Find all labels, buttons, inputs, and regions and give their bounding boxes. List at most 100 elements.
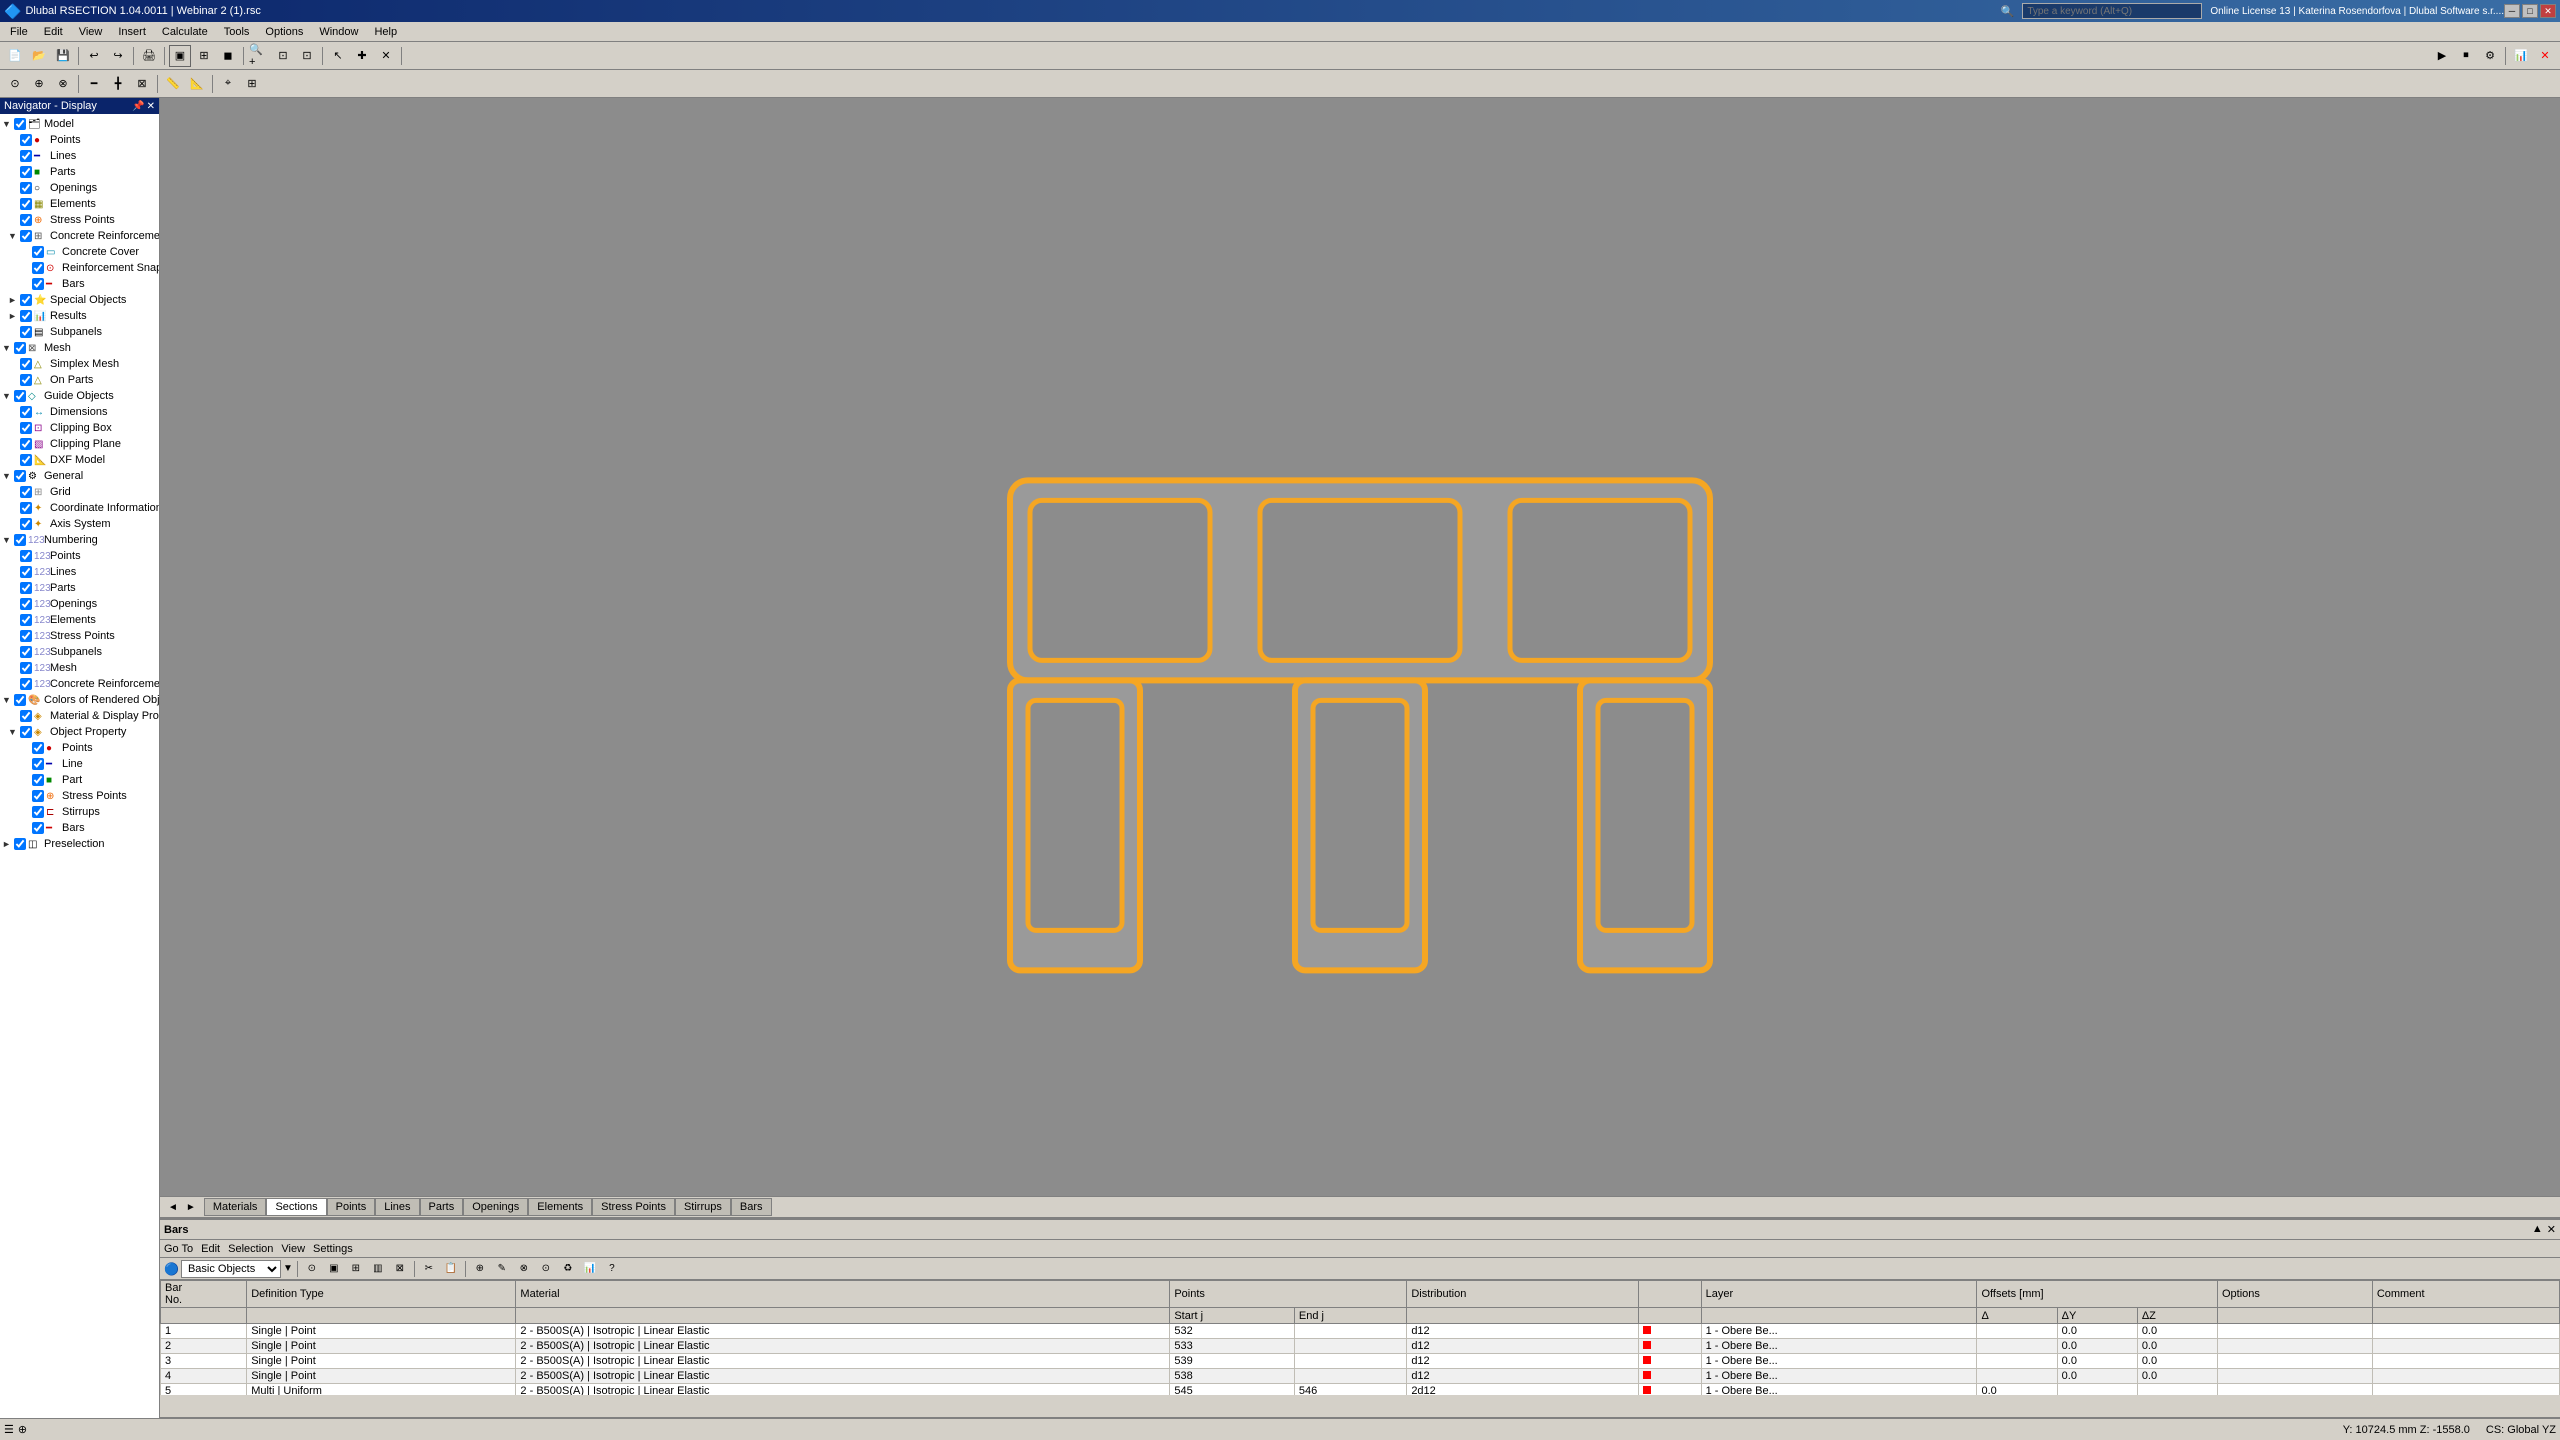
- tb2-grid[interactable]: ⊞: [241, 73, 263, 95]
- tb2-angle[interactable]: 📐: [186, 73, 208, 95]
- checkbox-model[interactable]: [14, 118, 26, 130]
- checkbox-special[interactable]: [20, 294, 32, 306]
- checkbox-op-stirrups[interactable]: [32, 806, 44, 818]
- tree-item-num-concrete[interactable]: 123 Concrete Reinforcement: [0, 676, 159, 692]
- tree-item-material-display[interactable]: ◈ Material & Display Properties: [0, 708, 159, 724]
- bottom-menu-settings[interactable]: Settings: [313, 1243, 353, 1255]
- table-row[interactable]: 3 Single | Point 2 - B500S(A) | Isotropi…: [161, 1354, 2560, 1369]
- checkbox-subpanels[interactable]: [20, 326, 32, 338]
- menu-insert[interactable]: Insert: [112, 24, 152, 40]
- basic-objects-dropdown[interactable]: Basic Objects: [181, 1260, 281, 1278]
- tree-item-preselection[interactable]: ► ◫ Preselection: [0, 836, 159, 852]
- tb2-snap2[interactable]: ⊕: [28, 73, 50, 95]
- tree-item-dxf[interactable]: 📐 DXF Model: [0, 452, 159, 468]
- tab-stress-points[interactable]: Stress Points: [592, 1198, 675, 1216]
- expander-concrete[interactable]: ▼: [8, 231, 20, 241]
- bars-tb-b5[interactable]: ⊠: [390, 1260, 410, 1278]
- checkbox-clipping-box[interactable]: [20, 422, 32, 434]
- tree-item-op-line[interactable]: ━ Line: [0, 756, 159, 772]
- checkbox-preselection[interactable]: [14, 838, 26, 850]
- view-wire-button[interactable]: ⊞: [193, 45, 215, 67]
- tree-item-num-subpanels[interactable]: 123 Subpanels: [0, 644, 159, 660]
- view-render-button[interactable]: ◼: [217, 45, 239, 67]
- tree-item-stress-points[interactable]: ⊕ Stress Points: [0, 212, 159, 228]
- bars-tb-b7[interactable]: 📋: [441, 1260, 461, 1278]
- table-row[interactable]: 2 Single | Point 2 - B500S(A) | Isotropi…: [161, 1339, 2560, 1354]
- tree-item-general[interactable]: ▼ ⚙ General: [0, 468, 159, 484]
- status-icon-2[interactable]: ⊕: [18, 1423, 27, 1436]
- add-button[interactable]: ✚: [351, 45, 373, 67]
- checkbox-dxf[interactable]: [20, 454, 32, 466]
- tab-parts[interactable]: Parts: [420, 1198, 464, 1216]
- menu-help[interactable]: Help: [368, 24, 403, 40]
- tree-item-openings[interactable]: ○ Openings: [0, 180, 159, 196]
- tree-item-mesh[interactable]: ▼ ⊠ Mesh: [0, 340, 159, 356]
- tab-elements[interactable]: Elements: [528, 1198, 592, 1216]
- checkbox-on-parts[interactable]: [20, 374, 32, 386]
- checkbox-num-parts[interactable]: [20, 582, 32, 594]
- menu-file[interactable]: File: [4, 24, 34, 40]
- nav-close-button[interactable]: ✕: [147, 101, 155, 112]
- tree-item-num-lines[interactable]: 123 Lines: [0, 564, 159, 580]
- tree-item-num-mesh[interactable]: 123 Mesh: [0, 660, 159, 676]
- bars-tb-b12[interactable]: ♻: [558, 1260, 578, 1278]
- checkbox-points[interactable]: [20, 134, 32, 146]
- tree-item-num-elements[interactable]: 123 Elements: [0, 612, 159, 628]
- bars-tb-b11[interactable]: ⊙: [536, 1260, 556, 1278]
- tree-item-axis[interactable]: ✦ Axis System: [0, 516, 159, 532]
- bottom-close-button[interactable]: ✕: [2547, 1223, 2556, 1236]
- select-button[interactable]: ↖: [327, 45, 349, 67]
- tree-item-clipping-box[interactable]: ⊡ Clipping Box: [0, 420, 159, 436]
- tb2-snap3[interactable]: ⊗: [52, 73, 74, 95]
- bars-tb-b14[interactable]: ?: [602, 1260, 622, 1278]
- checkbox-num-lines[interactable]: [20, 566, 32, 578]
- dropdown-arrow-button[interactable]: ▼: [283, 1263, 293, 1274]
- menu-options[interactable]: Options: [259, 24, 309, 40]
- nav-pin-button[interactable]: 📌: [132, 101, 144, 112]
- bars-tb-b2[interactable]: ▣: [324, 1260, 344, 1278]
- search-input[interactable]: [2022, 3, 2202, 19]
- menu-calculate[interactable]: Calculate: [156, 24, 214, 40]
- checkbox-guide[interactable]: [14, 390, 26, 402]
- checkbox-material-display[interactable]: [20, 710, 32, 722]
- tree-item-elements[interactable]: ▦ Elements: [0, 196, 159, 212]
- bars-tb-b9[interactable]: ✎: [492, 1260, 512, 1278]
- checkbox-num-mesh[interactable]: [20, 662, 32, 674]
- checkbox-axis[interactable]: [20, 518, 32, 530]
- checkbox-parts[interactable]: [20, 166, 32, 178]
- checkbox-lines[interactable]: [20, 150, 32, 162]
- zoom-in-button[interactable]: 🔍+: [248, 45, 270, 67]
- close-results-button[interactable]: ✕: [2534, 45, 2556, 67]
- checkbox-num-points[interactable]: [20, 550, 32, 562]
- bars-tb-b10[interactable]: ⊗: [514, 1260, 534, 1278]
- save-button[interactable]: 💾: [52, 45, 74, 67]
- status-icon-1[interactable]: ☰: [4, 1423, 14, 1436]
- tab-arrow-left[interactable]: ◄: [164, 1202, 182, 1213]
- checkbox-concrete[interactable]: [20, 230, 32, 242]
- checkbox-general[interactable]: [14, 470, 26, 482]
- tab-points[interactable]: Points: [327, 1198, 376, 1216]
- tab-openings[interactable]: Openings: [463, 1198, 528, 1216]
- tree-item-op-bars[interactable]: ━ Bars: [0, 820, 159, 836]
- tree-item-num-openings[interactable]: 123 Openings: [0, 596, 159, 612]
- tree-item-on-parts[interactable]: △ On Parts: [0, 372, 159, 388]
- tree-item-op-stress[interactable]: ⊕ Stress Points: [0, 788, 159, 804]
- checkbox-clipping-plane[interactable]: [20, 438, 32, 450]
- tree-item-numbering[interactable]: ▼ 123 Numbering: [0, 532, 159, 548]
- checkbox-elements[interactable]: [20, 198, 32, 210]
- tab-lines[interactable]: Lines: [375, 1198, 419, 1216]
- minimize-button[interactable]: ─: [2504, 4, 2520, 18]
- close-button[interactable]: ✕: [2540, 4, 2556, 18]
- menu-view[interactable]: View: [73, 24, 109, 40]
- checkbox-coord-info[interactable]: [20, 502, 32, 514]
- bottom-expand-button[interactable]: ▲: [2532, 1223, 2543, 1236]
- checkbox-op-stress[interactable]: [32, 790, 44, 802]
- menu-window[interactable]: Window: [313, 24, 364, 40]
- maximize-button[interactable]: □: [2522, 4, 2538, 18]
- results-button[interactable]: 📊: [2510, 45, 2532, 67]
- table-row[interactable]: 5 Multi | Uniform 2 - B500S(A) | Isotrop…: [161, 1384, 2560, 1396]
- bars-tb-b1[interactable]: ⊙: [302, 1260, 322, 1278]
- checkbox-results[interactable]: [20, 310, 32, 322]
- checkbox-num-concrete[interactable]: [20, 678, 32, 690]
- tab-materials[interactable]: Materials: [204, 1198, 267, 1216]
